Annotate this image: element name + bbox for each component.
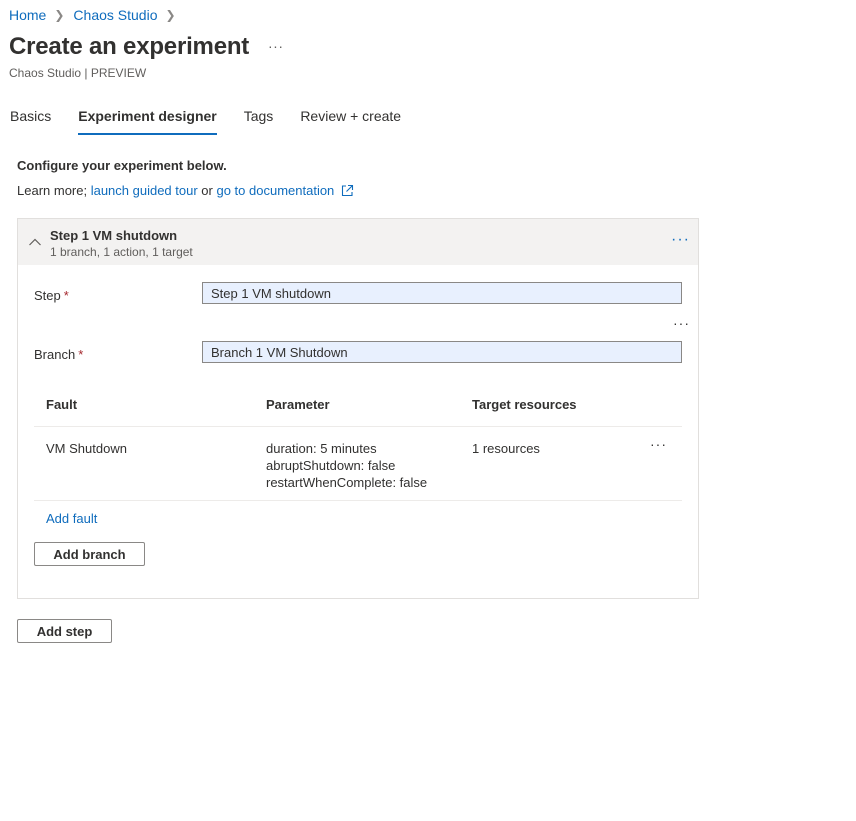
guided-tour-link[interactable]: launch guided tour	[91, 183, 198, 198]
target-resources-column-header: Target resources	[472, 397, 577, 412]
parameter-abrupt-shutdown: abruptShutdown: false	[266, 458, 396, 473]
tab-tags[interactable]: Tags	[244, 108, 274, 135]
breadcrumb-home[interactable]: Home	[9, 7, 46, 23]
documentation-link[interactable]: go to documentation	[216, 183, 334, 198]
step-more-icon[interactable]: ···	[671, 231, 690, 249]
step-field-label: Step *	[34, 288, 69, 303]
parameter-cell: duration: 5 minutes abruptShutdown: fals…	[266, 440, 427, 491]
step-name-input[interactable]	[202, 282, 682, 304]
fault-column-header: Fault	[46, 397, 78, 412]
parameter-duration: duration: 5 minutes	[266, 441, 377, 456]
configure-heading: Configure your experiment below.	[17, 158, 227, 173]
branch-name-input[interactable]	[202, 341, 682, 363]
step-label-text: Step	[34, 288, 61, 303]
step-title: Step 1 VM shutdown	[50, 228, 178, 243]
add-branch-button[interactable]: Add branch	[34, 542, 145, 566]
branch-more-icon[interactable]: ···	[673, 315, 690, 331]
step-card: Step 1 VM shutdown 1 branch, 1 action, 1…	[17, 218, 699, 599]
page-title: Create an experiment	[9, 33, 250, 60]
add-fault-link[interactable]: Add fault	[46, 511, 97, 526]
page-subtitle: Chaos Studio | PREVIEW	[9, 66, 147, 80]
chevron-right-icon: ❯	[54, 8, 65, 22]
chevron-right-icon: ❯	[165, 8, 176, 22]
add-step-button[interactable]: Add step	[17, 619, 112, 643]
more-options-icon[interactable]: ···	[268, 38, 284, 54]
step-card-header[interactable]: Step 1 VM shutdown 1 branch, 1 action, 1…	[18, 219, 698, 265]
step-summary: 1 branch, 1 action, 1 target	[50, 245, 193, 259]
tab-bar: Basics Experiment designer Tags Review +…	[0, 108, 418, 135]
table-row-divider	[34, 500, 682, 501]
parameter-restart-when-complete: restartWhenComplete: false	[266, 475, 428, 490]
external-link-icon[interactable]	[340, 184, 354, 198]
tab-review-create[interactable]: Review + create	[300, 108, 401, 135]
branch-label-text: Branch	[34, 347, 76, 362]
required-mark: *	[63, 288, 69, 303]
tab-basics[interactable]: Basics	[10, 108, 51, 135]
table-header-divider	[34, 426, 682, 427]
fault-row-more-icon[interactable]: ···	[650, 436, 667, 452]
tab-experiment-designer[interactable]: Experiment designer	[78, 108, 217, 135]
learn-more-or: or	[197, 183, 217, 198]
fault-name-cell: VM Shutdown	[46, 441, 127, 456]
learn-more-text: Learn more; launch guided tour or go to …	[17, 183, 354, 198]
chevron-up-icon[interactable]	[28, 235, 42, 249]
learn-more-prefix: Learn more;	[17, 183, 91, 198]
breadcrumb-chaos-studio[interactable]: Chaos Studio	[73, 7, 157, 23]
parameter-column-header: Parameter	[266, 397, 330, 412]
required-mark: *	[78, 347, 84, 362]
breadcrumb: Home ❯ Chaos Studio ❯	[9, 7, 185, 23]
target-resources-cell: 1 resources	[472, 441, 540, 456]
branch-field-label: Branch *	[34, 347, 83, 362]
